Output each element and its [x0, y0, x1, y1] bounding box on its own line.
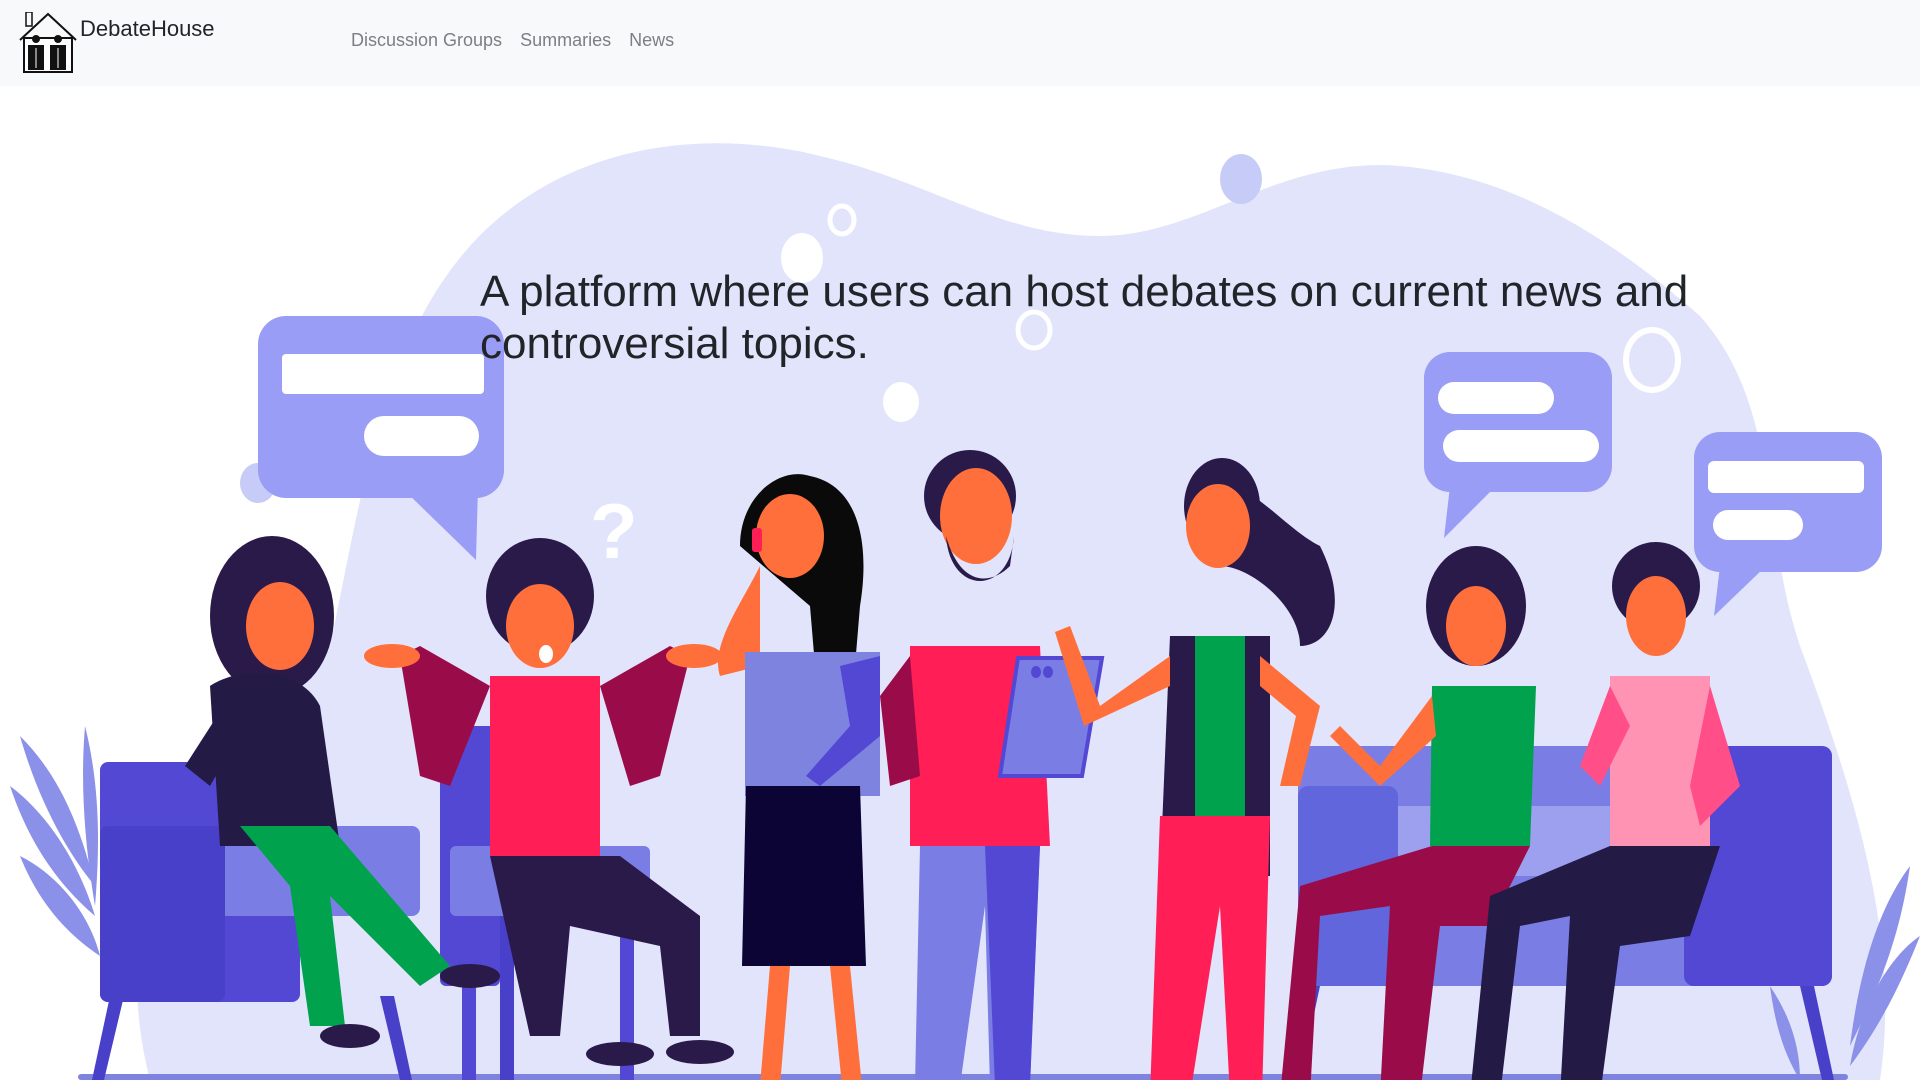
brand-link[interactable]: DebateHouse — [18, 12, 215, 74]
navbar: DebateHouse Discussion Groups Summaries … — [0, 0, 1920, 86]
plant-left — [10, 726, 100, 956]
brand-name: DebateHouse — [80, 16, 215, 41]
nav-summaries[interactable]: Summaries — [511, 30, 620, 51]
nav-news[interactable]: News — [620, 30, 683, 51]
speech-bubble-right-2 — [1694, 432, 1882, 616]
house-with-debaters-icon — [19, 12, 77, 73]
hero-section: ? A platform where users can host debate… — [0, 86, 1920, 1080]
nav-links: Discussion Groups Summaries News — [351, 30, 683, 51]
nav-discussion-groups[interactable]: Discussion Groups — [351, 30, 511, 51]
group-of-people-discussing-illustration: ? — [10, 143, 1920, 1080]
hero-tagline: A platform where users can host debates … — [480, 267, 1689, 368]
svg-text:?: ? — [590, 487, 638, 575]
